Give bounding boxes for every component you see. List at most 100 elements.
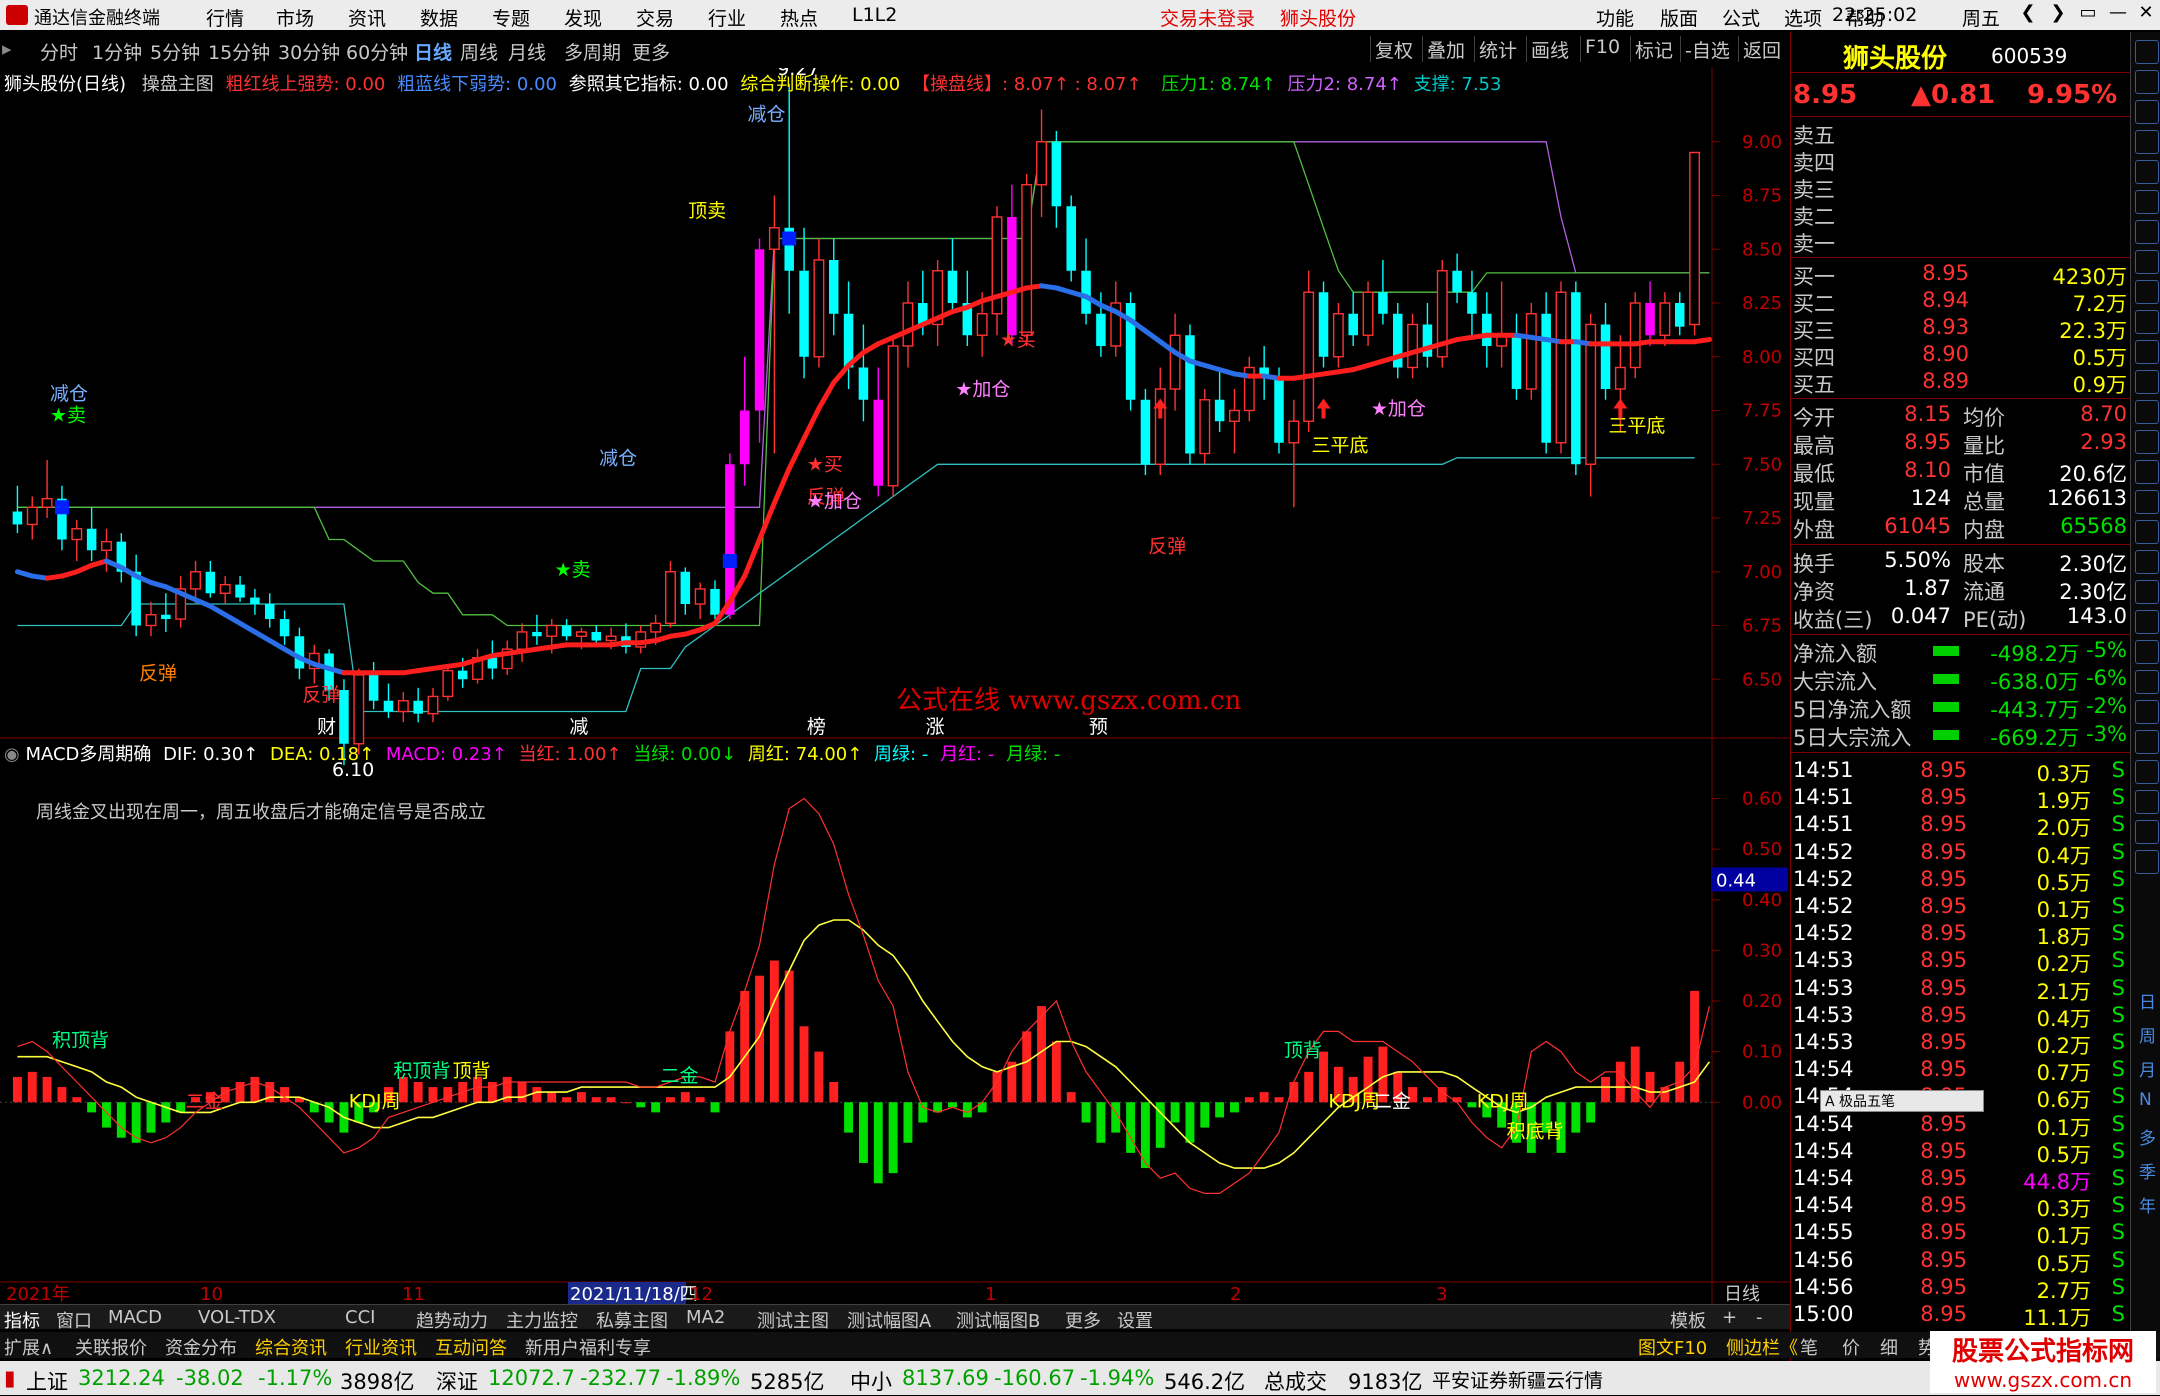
tool-button-5[interactable]: 标记 bbox=[1630, 36, 1677, 62]
period-tab-0[interactable]: 分时 bbox=[40, 38, 78, 65]
side-tool-icon[interactable] bbox=[2135, 280, 2159, 304]
side-tool-icon[interactable] bbox=[2135, 700, 2159, 724]
ime-toolbar[interactable]: A 极品五笔 bbox=[1820, 1090, 1984, 1112]
indicator-tab-4[interactable]: CCI bbox=[345, 1307, 375, 1328]
side-tool-icon[interactable] bbox=[2135, 250, 2159, 274]
side-period-tab[interactable]: 日 bbox=[2139, 988, 2156, 1013]
menu-9[interactable]: L1L2 bbox=[852, 4, 897, 26]
indicator-tab-0[interactable]: 指标 bbox=[4, 1307, 40, 1333]
side-tool-icon[interactable] bbox=[2135, 400, 2159, 424]
side-tool-icon[interactable] bbox=[2135, 760, 2159, 784]
period-tab-1[interactable]: 1分钟 bbox=[92, 38, 142, 65]
side-tool-icon[interactable] bbox=[2135, 490, 2159, 514]
ext-tab-2[interactable]: 资金分布 bbox=[165, 1334, 237, 1360]
menu-8[interactable]: 热点 bbox=[780, 4, 818, 31]
menu-4[interactable]: 专题 bbox=[492, 4, 530, 31]
tool-button-7[interactable]: 返回 bbox=[1738, 36, 1785, 62]
side-tool-icon[interactable] bbox=[2135, 730, 2159, 754]
indicator-tab-9[interactable]: 测试主图 bbox=[757, 1307, 829, 1333]
indicator-tab-8[interactable]: MA2 bbox=[686, 1307, 725, 1328]
tool-button-2[interactable]: 统计 bbox=[1474, 36, 1521, 62]
side-tool-icon[interactable] bbox=[2135, 850, 2159, 874]
side-tool-icon[interactable] bbox=[2135, 220, 2159, 244]
menu-1[interactable]: 市场 bbox=[276, 4, 314, 31]
indicator-tab-1[interactable]: 窗口 bbox=[56, 1307, 92, 1333]
menu-0[interactable]: 行情 bbox=[206, 4, 244, 31]
period-tab-4[interactable]: 30分钟 bbox=[278, 38, 340, 65]
tab-bi[interactable]: 笔 bbox=[1800, 1334, 1818, 1360]
side-tool-icon[interactable] bbox=[2135, 640, 2159, 664]
side-tool-icon[interactable] bbox=[2135, 610, 2159, 634]
ext-tab-4[interactable]: 行业资讯 bbox=[345, 1334, 417, 1360]
side-tool-icon[interactable] bbox=[2135, 790, 2159, 814]
indicator-tab-12[interactable]: 更多 bbox=[1065, 1307, 1101, 1333]
menu-2[interactable]: 资讯 bbox=[348, 4, 386, 31]
side-tool-icon[interactable] bbox=[2135, 580, 2159, 604]
menu-7[interactable]: 行业 bbox=[708, 4, 746, 31]
close-icon[interactable]: ✕ bbox=[2132, 2, 2160, 28]
side-period-tab[interactable]: 多 bbox=[2139, 1124, 2156, 1149]
main-indicator-name[interactable]: 操盘主图 bbox=[142, 74, 214, 95]
indicator-tab-7[interactable]: 私募主图 bbox=[596, 1307, 668, 1333]
ext-tab-1[interactable]: 关联报价 bbox=[75, 1334, 147, 1360]
side-tool-icon[interactable] bbox=[2135, 40, 2159, 64]
menu-right-2[interactable]: 公式 bbox=[1722, 4, 1760, 31]
period-tab-7[interactable]: 周线 bbox=[460, 38, 498, 65]
indicator-tab-2[interactable]: MACD bbox=[108, 1307, 162, 1328]
menu-right-3[interactable]: 选项 bbox=[1784, 4, 1822, 31]
forward-icon[interactable]: ❯ bbox=[2044, 2, 2072, 28]
minimize-icon[interactable]: — bbox=[2104, 2, 2132, 28]
period-tab-6[interactable]: 日线 bbox=[414, 38, 452, 65]
menu-right-1[interactable]: 版面 bbox=[1660, 4, 1698, 31]
side-tool-icon[interactable] bbox=[2135, 310, 2159, 334]
period-tab-2[interactable]: 5分钟 bbox=[150, 38, 200, 65]
side-tool-icon[interactable] bbox=[2135, 190, 2159, 214]
side-tool-icon[interactable] bbox=[2135, 70, 2159, 94]
back-icon[interactable]: ❮ bbox=[2014, 2, 2042, 28]
ext-tab-0[interactable]: 扩展∧ bbox=[4, 1334, 53, 1360]
tool-button-6[interactable]: -自选 bbox=[1680, 36, 1734, 62]
side-tool-icon[interactable] bbox=[2135, 160, 2159, 184]
period-tab-8[interactable]: 月线 bbox=[508, 38, 546, 65]
current-stock-link[interactable]: 狮头股份 bbox=[1280, 4, 1356, 31]
zx-label[interactable]: 中小 bbox=[850, 1366, 892, 1396]
template-button[interactable]: 模板 bbox=[1670, 1307, 1706, 1333]
tool-button-4[interactable]: F10 bbox=[1580, 36, 1624, 62]
tool-button-1[interactable]: 叠加 bbox=[1422, 36, 1469, 62]
tab-jia[interactable]: 价 bbox=[1842, 1334, 1860, 1360]
period-tab-10[interactable]: 更多 bbox=[632, 38, 670, 65]
period-tab-9[interactable]: 多周期 bbox=[564, 38, 621, 65]
side-tool-icon[interactable] bbox=[2135, 430, 2159, 454]
menu-right-0[interactable]: 功能 bbox=[1596, 4, 1634, 31]
side-period-tab[interactable]: 周 bbox=[2139, 1022, 2156, 1047]
indicator-tab-5[interactable]: 趋势动力 bbox=[416, 1307, 488, 1333]
restore-window-icon[interactable]: ▭ bbox=[2074, 2, 2102, 28]
side-period-tab[interactable]: 季 bbox=[2139, 1158, 2156, 1183]
tool-button-3[interactable]: 画线 bbox=[1526, 36, 1573, 62]
indicator-tab-10[interactable]: 测试幅图A bbox=[847, 1307, 931, 1333]
ext-tab-3[interactable]: 综合资讯 bbox=[255, 1334, 327, 1360]
side-period-tab[interactable]: N bbox=[2139, 1090, 2152, 1110]
side-tool-icon[interactable] bbox=[2135, 820, 2159, 844]
indicator-tab-6[interactable]: 主力监控 bbox=[506, 1307, 578, 1333]
sh-label[interactable]: 上证 bbox=[26, 1366, 68, 1396]
collapse-icon[interactable]: ▸ bbox=[2, 38, 12, 60]
sub-indicator-name[interactable]: MACD多周期确 bbox=[25, 744, 151, 765]
period-tab-3[interactable]: 15分钟 bbox=[208, 38, 270, 65]
zoom-out-button[interactable]: - bbox=[1756, 1307, 1763, 1328]
side-tool-icon[interactable] bbox=[2135, 100, 2159, 124]
sidebar-toggle[interactable]: 侧边栏《 bbox=[1726, 1334, 1798, 1360]
tool-button-0[interactable]: 复权 bbox=[1370, 36, 1417, 62]
ext-tab-6[interactable]: 新用户福利专享 bbox=[525, 1334, 651, 1360]
period-tab-5[interactable]: 60分钟 bbox=[346, 38, 408, 65]
zoom-in-button[interactable]: + bbox=[1722, 1307, 1737, 1328]
menu-3[interactable]: 数据 bbox=[420, 4, 458, 31]
sz-label[interactable]: 深证 bbox=[436, 1366, 478, 1396]
login-status-link[interactable]: 交易未登录 bbox=[1160, 4, 1255, 31]
side-period-tab[interactable]: 月 bbox=[2139, 1056, 2156, 1081]
side-tool-icon[interactable] bbox=[2135, 340, 2159, 364]
menu-5[interactable]: 发现 bbox=[564, 4, 602, 31]
indicator-tab-3[interactable]: VOL-TDX bbox=[198, 1307, 276, 1328]
side-tool-icon[interactable] bbox=[2135, 550, 2159, 574]
side-tool-icon[interactable] bbox=[2135, 520, 2159, 544]
